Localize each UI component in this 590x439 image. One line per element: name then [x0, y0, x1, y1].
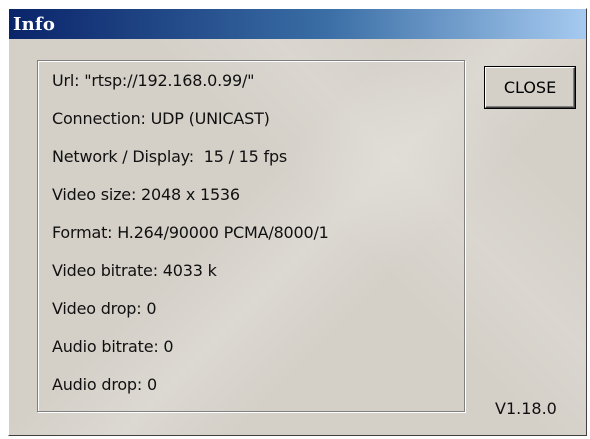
video-size-line: Video size: 2048 x 1536 — [52, 185, 240, 204]
connection-line: Connection: UDP (UNICAST) — [52, 109, 270, 128]
close-button[interactable]: CLOSE — [485, 67, 575, 108]
info-dialog: Info Url: "rtsp://192.168.0.99/" Connect… — [8, 8, 587, 436]
dialog-title: Info — [13, 13, 56, 35]
format-line: Format: H.264/90000 PCMA/8000/1 — [52, 223, 329, 242]
audio-drop-line: Audio drop: 0 — [52, 375, 157, 394]
version-label: V1.18.0 — [495, 399, 557, 418]
video-bitrate-line: Video bitrate: 4033 k — [52, 261, 217, 280]
url-line: Url: "rtsp://192.168.0.99/" — [52, 71, 255, 90]
audio-bitrate-line: Audio bitrate: 0 — [52, 337, 174, 356]
video-drop-line: Video drop: 0 — [52, 299, 157, 318]
info-panel: Url: "rtsp://192.168.0.99/" Connection: … — [37, 60, 465, 412]
network-display-line: Network / Display: 15 / 15 fps — [52, 147, 288, 166]
title-bar[interactable]: Info — [9, 9, 586, 39]
